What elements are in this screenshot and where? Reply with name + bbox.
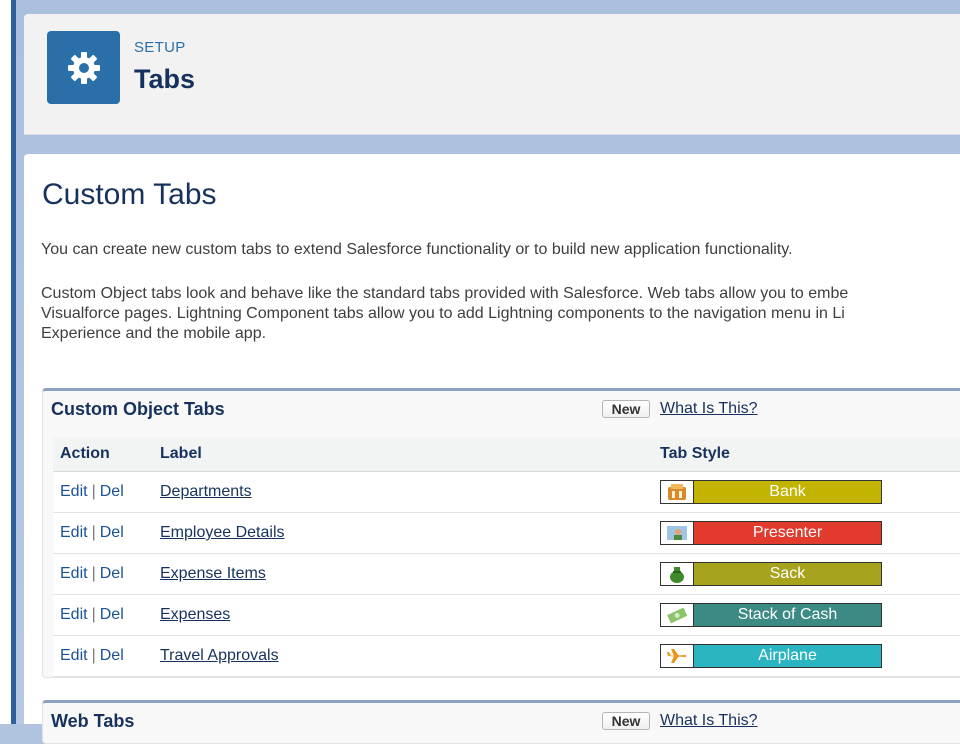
delete-link[interactable]: Del [100, 606, 124, 623]
table-row: Edit | Del Departments Bank [53, 471, 960, 513]
column-header-tab-style: Tab Style [653, 437, 960, 472]
edit-link[interactable]: Edit [60, 647, 88, 664]
tab-style-swatch: Bank [660, 480, 882, 504]
intro-text: You can create new custom tabs to extend… [41, 241, 793, 258]
edit-link[interactable]: Edit [60, 565, 88, 582]
setup-header: SETUP Tabs [24, 14, 960, 135]
cash-icon [661, 604, 694, 626]
edit-link[interactable]: Edit [60, 524, 88, 541]
table-row: Edit | Del Expenses Stack of Cash [53, 594, 960, 636]
tab-style-name: Bank [694, 481, 881, 503]
table-header-row: Action Label Tab Style [53, 437, 960, 472]
presenter-icon [661, 522, 694, 544]
header-eyebrow: SETUP [134, 39, 186, 56]
description-line: Experience and the mobile app. [41, 325, 267, 342]
label-cell: Travel Approvals [153, 635, 653, 677]
description-line: Custom Object tabs look and behave like … [41, 285, 849, 302]
action-cell: Edit | Del [53, 635, 153, 677]
content-panel: Custom Tabs You can create new custom ta… [24, 154, 960, 744]
table-row: Edit | Del Expense Items Sack [53, 553, 960, 595]
column-header-action: Action [53, 437, 153, 472]
delete-link[interactable]: Del [100, 483, 124, 500]
delete-link[interactable]: Del [100, 524, 124, 541]
bank-icon [661, 481, 694, 503]
description-text: Custom Object tabs look and behave like … [41, 284, 848, 344]
tab-label-link[interactable]: Expense Items [160, 565, 266, 582]
action-separator: | [91, 565, 96, 582]
tab-label-link[interactable]: Expenses [160, 606, 230, 623]
action-cell: Edit | Del [53, 471, 153, 513]
column-header-label: Label [153, 437, 653, 472]
action-cell: Edit | Del [53, 512, 153, 554]
edit-link[interactable]: Edit [60, 483, 88, 500]
sack-icon [661, 563, 694, 585]
tab-style-name: Presenter [694, 522, 881, 544]
label-cell: Employee Details [153, 512, 653, 554]
action-separator: | [91, 647, 96, 664]
action-cell: Edit | Del [53, 553, 153, 595]
page-heading: Tabs [134, 64, 196, 94]
new-web-tab-button[interactable]: New [602, 712, 650, 730]
action-separator: | [91, 524, 96, 541]
custom-object-tabs-section: Custom Object Tabs New What Is This? Act… [42, 388, 960, 678]
what-is-this-link[interactable]: What Is This? [660, 712, 758, 730]
edit-link[interactable]: Edit [60, 606, 88, 623]
tab-style-name: Airplane [694, 645, 881, 667]
tab-style-cell: Presenter [653, 512, 960, 554]
new-custom-object-tab-button[interactable]: New [602, 400, 650, 418]
airplane-icon [661, 645, 694, 667]
tab-style-swatch: Stack of Cash [660, 603, 882, 627]
tab-label-link[interactable]: Travel Approvals [160, 647, 279, 664]
tab-style-cell: Bank [653, 471, 960, 513]
label-cell: Departments [153, 471, 653, 513]
tab-style-swatch: Presenter [660, 521, 882, 545]
what-is-this-link[interactable]: What Is This? [660, 400, 758, 418]
table-row: Edit | Del Travel Approvals Airplane [53, 635, 960, 677]
tab-style-name: Sack [694, 563, 881, 585]
table-row: Edit | Del Employee Details Presenter [53, 512, 960, 554]
description-line: Visualforce pages. Lightning Component t… [41, 305, 845, 322]
tab-style-swatch: Sack [660, 562, 882, 586]
section-title: Web Tabs [51, 711, 135, 731]
label-cell: Expense Items [153, 553, 653, 595]
action-separator: | [91, 483, 96, 500]
label-cell: Expenses [153, 594, 653, 636]
page-title: Custom Tabs [42, 178, 217, 211]
action-separator: | [91, 606, 96, 623]
tab-style-cell: Airplane [653, 635, 960, 677]
tab-style-cell: Stack of Cash [653, 594, 960, 636]
custom-object-tabs-table: Action Label Tab Style Edit | Del Departme… [53, 437, 960, 677]
tab-style-name: Stack of Cash [694, 604, 881, 626]
tab-label-link[interactable]: Departments [160, 483, 252, 500]
section-title: Custom Object Tabs [51, 399, 225, 419]
web-tabs-section: Web Tabs New What Is This? [42, 700, 960, 744]
gear-icon [47, 31, 120, 104]
tab-style-swatch: Airplane [660, 644, 882, 668]
tab-label-link[interactable]: Employee Details [160, 524, 285, 541]
action-cell: Edit | Del [53, 594, 153, 636]
delete-link[interactable]: Del [100, 647, 124, 664]
tab-style-cell: Sack [653, 553, 960, 595]
delete-link[interactable]: Del [100, 565, 124, 582]
